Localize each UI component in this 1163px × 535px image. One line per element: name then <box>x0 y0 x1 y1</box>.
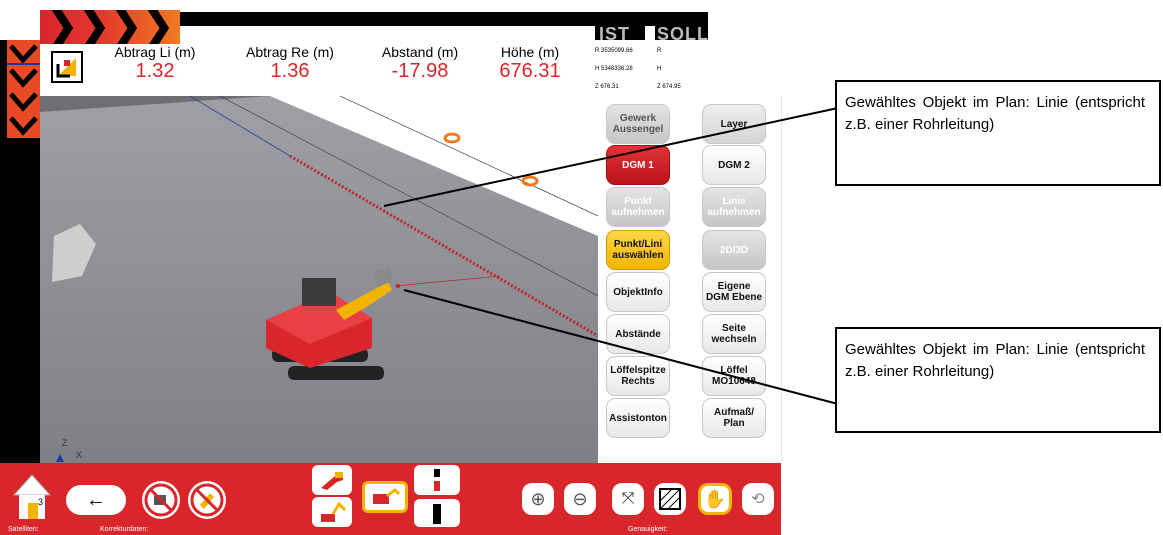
callout-selected-line-top: Gewähltes Objekt im Plan: Linie (entspri… <box>835 80 1161 186</box>
callout-selected-line-bottom: Gewähltes Objekt im Plan: Linie (entspri… <box>835 327 1161 433</box>
